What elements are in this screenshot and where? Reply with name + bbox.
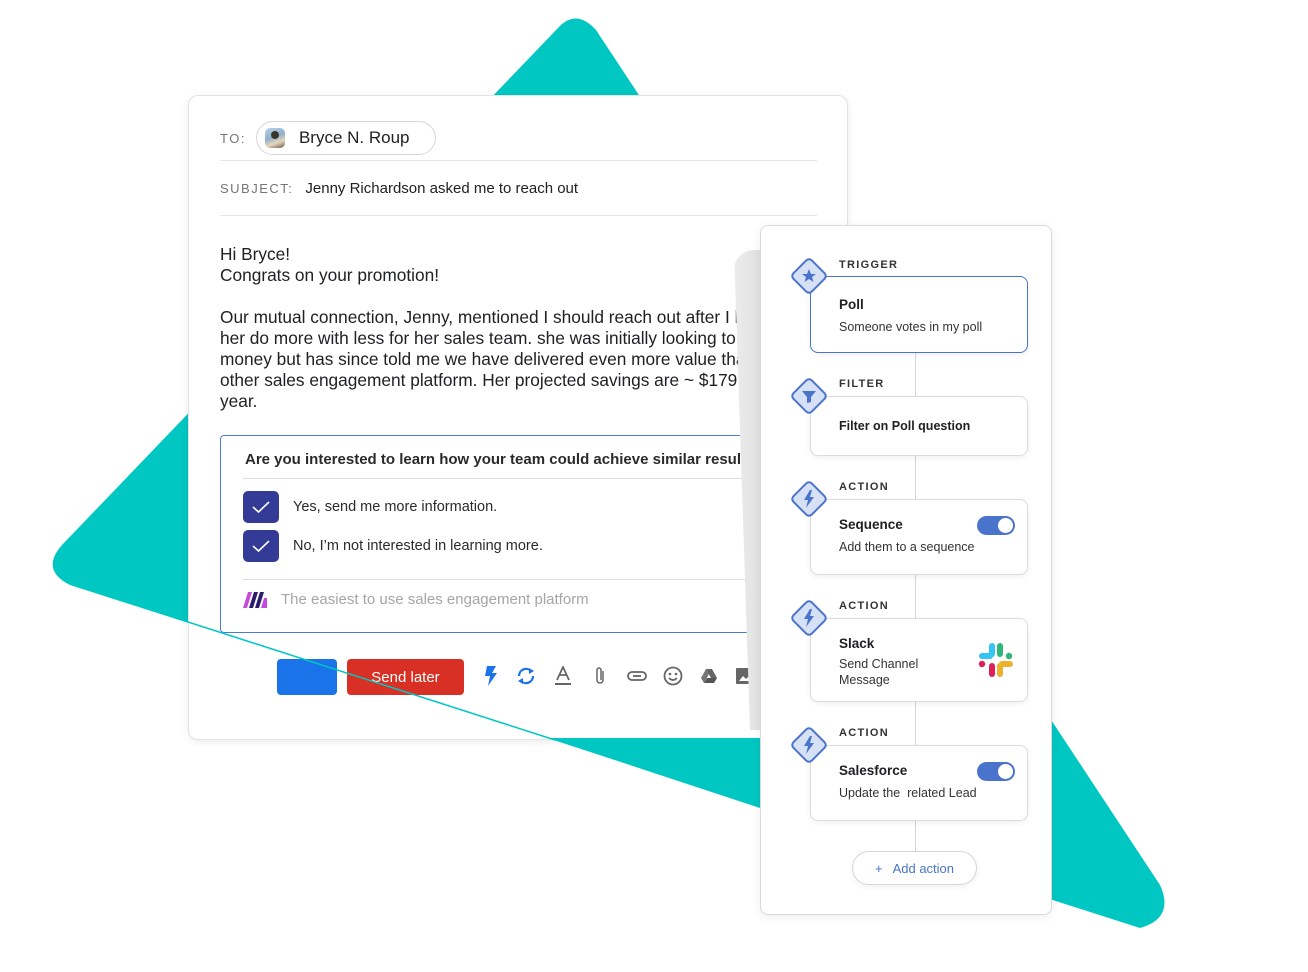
workflow-step-filter[interactable]: Filter on Poll question	[810, 396, 1028, 456]
checkbox-checked[interactable]	[243, 530, 279, 562]
step-subtitle: Add them to a sequence	[839, 540, 975, 554]
step-subtitle: Update the related Lead	[839, 786, 977, 800]
avatar	[264, 128, 285, 148]
divider	[243, 478, 779, 479]
check-icon	[252, 501, 270, 514]
step-type-label: ACTION	[839, 600, 889, 612]
step-title: Slack	[839, 636, 875, 651]
drive-icon[interactable]	[699, 666, 719, 686]
lightning-icon	[791, 600, 827, 636]
workflow-panel: TRIGGER Poll Someone votes in my poll FI…	[760, 225, 1052, 915]
step-type-label: FILTER	[839, 378, 885, 390]
workflow-step-sequence[interactable]: Sequence Add them to a sequence	[810, 499, 1028, 575]
send-later-button[interactable]: Send later	[347, 659, 464, 695]
connector-line	[915, 702, 916, 746]
lightning-icon	[791, 727, 827, 763]
subject-label: SUBJECT:	[220, 180, 294, 196]
check-icon	[252, 540, 270, 553]
filter-icon	[791, 378, 827, 414]
workflow-step-salesforce[interactable]: Salesforce Update the related Lead	[810, 745, 1028, 821]
sync-icon[interactable]	[516, 666, 536, 686]
add-action-label: Add action	[892, 860, 955, 876]
poll-option[interactable]: No, I’m not interested in learning more.	[243, 530, 543, 562]
step-type-label: ACTION	[839, 481, 889, 493]
plus-icon: +	[874, 860, 883, 876]
to-label: TO:	[220, 130, 246, 146]
lightning-icon	[791, 481, 827, 517]
poll-option[interactable]: Yes, send me more information.	[243, 491, 497, 523]
subject-input[interactable]: Jenny Richardson asked me to reach out	[305, 180, 578, 197]
recipient-name: Bryce N. Roup	[298, 128, 410, 147]
lightning-icon[interactable]	[481, 666, 501, 686]
workflow-step-slack[interactable]: Slack Send Channel Message	[810, 618, 1028, 702]
step-type-label: TRIGGER	[839, 259, 899, 271]
step-title: Sequence	[839, 517, 903, 532]
poll-footer: The easiest to use sales engagement plat…	[243, 591, 589, 608]
emoji-icon[interactable]	[663, 666, 683, 686]
text-format-icon[interactable]	[553, 666, 573, 686]
divider	[243, 579, 779, 580]
poll-option-label: No, I’m not interested in learning more.	[293, 538, 543, 554]
send-button[interactable]	[277, 659, 337, 695]
step-title: Filter on Poll question	[839, 419, 971, 433]
step-subtitle: Someone votes in my poll	[839, 320, 983, 334]
subject-field[interactable]: SUBJECT: Jenny Richardson asked me to re…	[220, 161, 817, 216]
workflow-step-trigger[interactable]: Poll Someone votes in my poll	[810, 276, 1028, 353]
poll-footer-text: The easiest to use sales engagement plat…	[281, 591, 589, 608]
star-icon	[791, 258, 827, 294]
add-action-button[interactable]: + Add action	[852, 851, 977, 885]
step-type-label: ACTION	[839, 727, 889, 739]
connector-line	[915, 574, 916, 620]
step-subtitle: Message	[839, 673, 890, 687]
recipient-chip[interactable]: Bryce N. Roup	[255, 121, 437, 155]
poll-question: Are you interested to learn how your tea…	[245, 451, 764, 468]
attachment-icon[interactable]	[590, 666, 610, 686]
connector-line	[915, 456, 916, 501]
sequence-toggle[interactable]	[977, 516, 1015, 535]
step-title: Poll	[839, 297, 864, 312]
slack-logo-icon	[978, 643, 1013, 677]
mixmax-logo-icon	[243, 591, 267, 608]
to-field: TO: Bryce N. Roup	[220, 116, 817, 161]
poll-option-label: Yes, send me more information.	[293, 499, 498, 515]
link-icon[interactable]	[627, 666, 647, 686]
connector-line	[915, 820, 916, 851]
checkbox-checked[interactable]	[243, 491, 279, 523]
step-title: Salesforce	[839, 763, 908, 778]
salesforce-toggle[interactable]	[977, 762, 1015, 781]
poll-widget: Are you interested to learn how your tea…	[220, 435, 780, 633]
step-subtitle: Send Channel	[839, 657, 919, 671]
